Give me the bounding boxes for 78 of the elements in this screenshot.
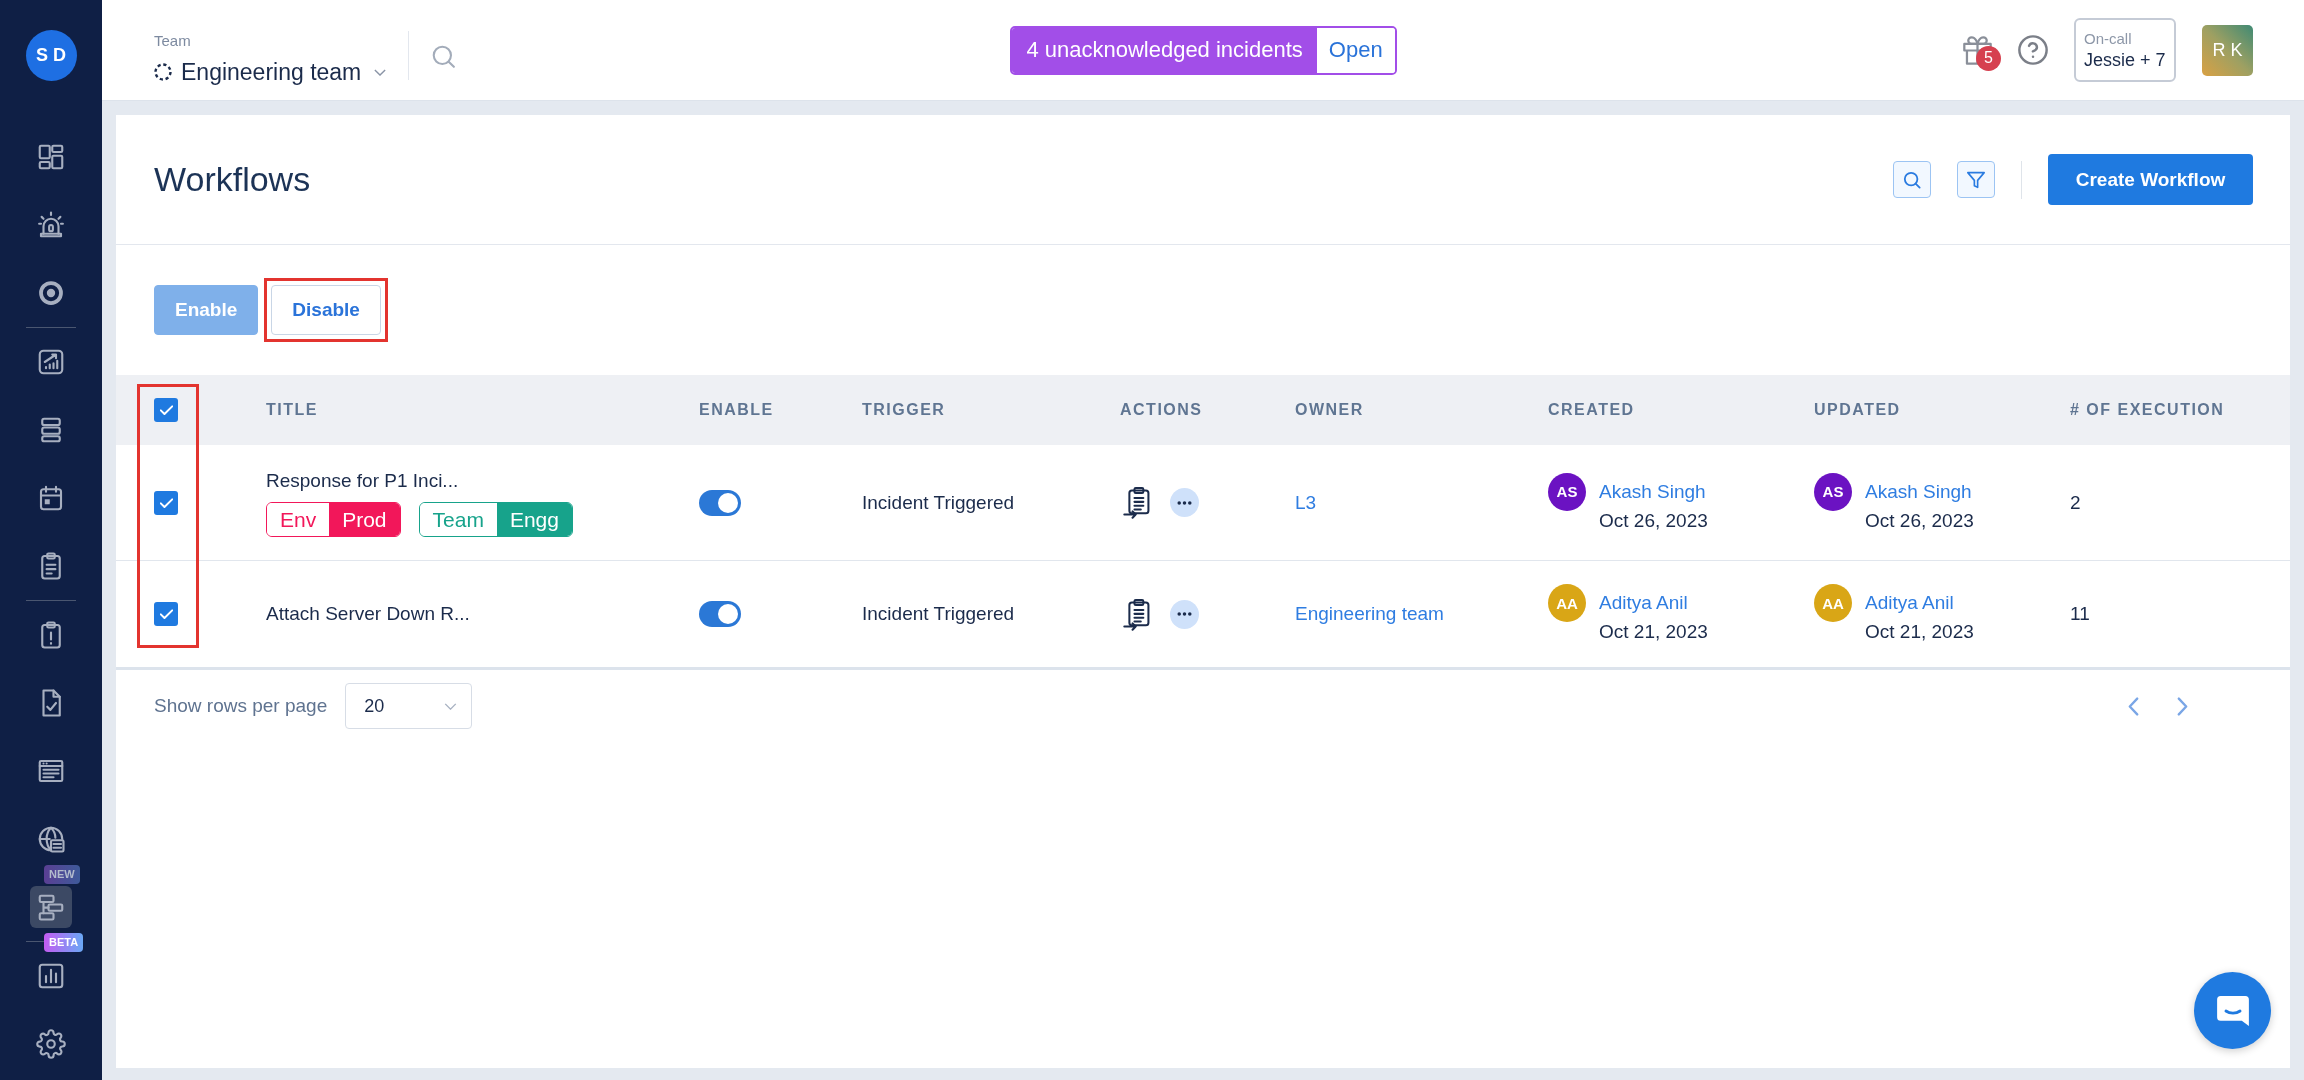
execution-count: 11 — [2070, 603, 2090, 625]
checkmark-icon — [159, 609, 173, 619]
checkmark-icon — [159, 497, 173, 508]
on-call-label: On-call — [2084, 29, 2132, 47]
bulk-action-button[interactable]: Disable — [271, 285, 381, 335]
team-label: Team — [154, 31, 191, 51]
on-call-card[interactable]: On-call Jessie + 7 — [2074, 18, 2176, 82]
chevron-down-icon — [374, 68, 387, 76]
user-name-link[interactable]: Aditya Anil — [1865, 592, 1954, 614]
date-text: Oct 26, 2023 — [1599, 508, 1708, 533]
checkmark-icon — [159, 405, 173, 415]
column-header: ACTIONS — [1120, 401, 1203, 419]
column-header: TRIGGER — [862, 401, 946, 419]
clipboard-arrow-icon[interactable] — [1123, 597, 1151, 631]
dashboard-icon — [36, 142, 66, 172]
target-icon — [36, 278, 66, 308]
user-name-link[interactable]: Akash Singh — [1599, 480, 1706, 503]
column-header: UPDATED — [1814, 401, 1901, 419]
user-avatar: AA — [1548, 584, 1586, 622]
column-header: OWNER — [1295, 401, 1364, 419]
row-checkbox[interactable] — [154, 602, 178, 626]
rows-per-page-select[interactable]: 20 — [345, 683, 473, 729]
execution-count: 2 — [2070, 491, 2081, 514]
chat-icon — [2216, 995, 2249, 1026]
more-button[interactable] — [1170, 488, 1199, 517]
globe-document-icon — [36, 824, 66, 854]
filter-button[interactable] — [1957, 161, 1995, 198]
settings-icon — [36, 1029, 66, 1059]
more-button[interactable] — [1170, 599, 1199, 629]
owner-link[interactable]: L3 — [1295, 491, 1317, 514]
notification-badge: 5 — [1976, 45, 2001, 71]
more-icon — [1177, 500, 1192, 505]
date-text: Oct 21, 2023 — [1599, 620, 1708, 644]
page-title: Workflows — [154, 160, 311, 199]
filter-icon — [1967, 170, 1985, 189]
trigger-text: Incident Triggered — [862, 603, 1015, 625]
user-avatar[interactable]: S D — [25, 30, 77, 81]
user-avatar: AS — [1814, 472, 1852, 511]
user-avatar: AS — [1548, 472, 1586, 511]
row-checkbox[interactable] — [154, 490, 178, 515]
workflow-icon — [36, 892, 66, 922]
date-text: Oct 21, 2023 — [1865, 620, 1974, 644]
help-icon[interactable] — [2018, 35, 2048, 65]
column-header: ENABLE — [699, 401, 774, 419]
column-header: # OF EXECUTION — [2070, 401, 2225, 419]
siren-icon — [36, 210, 66, 240]
nav-button[interactable] — [30, 886, 72, 928]
growth-chart-icon — [36, 347, 66, 377]
select-all-checkbox[interactable] — [154, 398, 178, 422]
workflow-title[interactable]: Attach Server Down R... — [266, 601, 470, 627]
user-avatar: AA — [1814, 584, 1852, 622]
owner-link[interactable]: Engineering team — [1295, 603, 1444, 625]
team-dropdown[interactable]: Engineering team — [154, 57, 387, 87]
bar-chart-icon — [36, 961, 66, 991]
search-icon — [1903, 170, 1921, 189]
tag-value: Engg — [496, 503, 572, 536]
feature-badge: BETA — [44, 933, 84, 952]
trigger-text: Incident Triggered — [862, 491, 1015, 514]
user-avatar[interactable]: R K — [2202, 24, 2253, 76]
column-header: TITLE — [266, 401, 318, 419]
team-icon — [154, 63, 172, 81]
user-name-link[interactable]: Aditya Anil — [1599, 592, 1688, 614]
incident-alert-text: 4 unacknowledged incidents — [1012, 27, 1317, 73]
workflow-title[interactable]: Response for P1 Inci... — [266, 468, 459, 494]
enable-toggle[interactable] — [699, 489, 741, 516]
column-header: CREATED — [1548, 401, 1635, 419]
feature-badge: NEW — [44, 865, 80, 884]
user-name-link[interactable]: Akash Singh — [1865, 480, 1972, 503]
tag-value: Prod — [329, 503, 400, 536]
on-call-value: Jessie + 7 — [2084, 49, 2166, 71]
more-icon — [1177, 612, 1192, 616]
enable-toggle[interactable] — [699, 601, 741, 627]
rows-per-page-label: Show rows per page — [154, 695, 328, 717]
create-workflow-button[interactable]: Create Workflow — [2048, 154, 2253, 205]
chevron-down-icon — [444, 702, 458, 710]
date-text: Oct 26, 2023 — [1865, 508, 1974, 533]
clipboard-arrow-icon[interactable] — [1123, 486, 1151, 519]
search-button[interactable] — [1893, 161, 1931, 198]
